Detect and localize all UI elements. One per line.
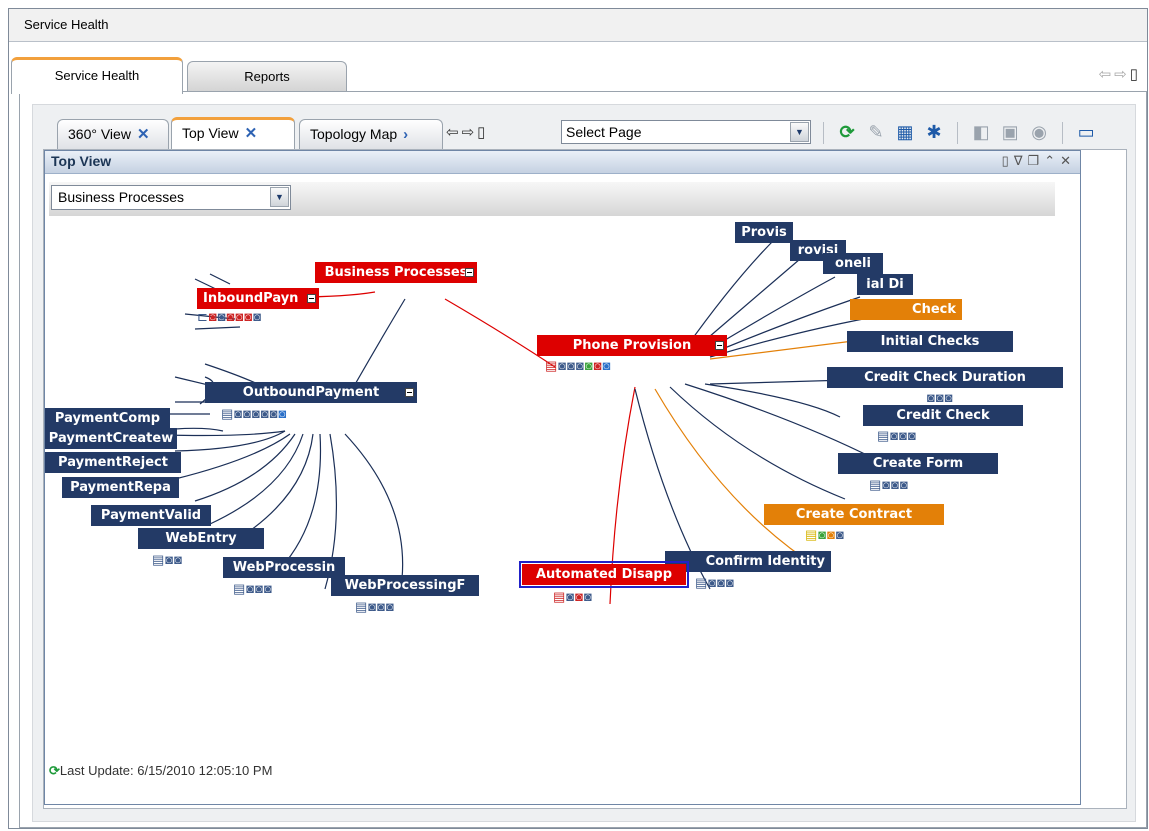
toolbar: ⟳ ✎ ▦ ✱ ◧ ▣ ◉ ▭ <box>817 119 1098 145</box>
node-credit-check-duration[interactable]: Credit Check Duration <box>827 367 1063 388</box>
node-create-contract[interactable]: Create Contract <box>764 504 944 525</box>
create-contract-status-icons: ▤◙◙◙ <box>805 527 845 542</box>
collapse-icon[interactable] <box>307 294 316 303</box>
node-payment-comp[interactable]: PaymentComp <box>45 408 170 429</box>
web-entry-status-icons: ▤◙◙ <box>152 552 183 567</box>
top-view-frame: Top View ▯∇❐⌃✕ Business Processes ▼ Busi… <box>44 150 1081 805</box>
save-icon[interactable]: ◧ <box>969 119 993 145</box>
edit-page-icon[interactable]: ✎ <box>864 119 888 145</box>
filter-icon[interactable]: ∇ <box>1014 153 1028 168</box>
view-header-icons: ▯∇❐⌃✕ <box>1002 153 1076 169</box>
credit-check-status-icons: ▤◙◙◙ <box>877 428 917 443</box>
content-area: Top View ▯∇❐⌃✕ Business Processes ▼ Busi… <box>43 149 1127 809</box>
node-phone-provision[interactable]: Phone Provision <box>537 335 727 356</box>
title-bar: Service Health <box>9 9 1147 42</box>
last-update: ⟳Last Update: 6/15/2010 12:05:10 PM <box>49 763 272 779</box>
node-payment-valid[interactable]: PaymentValid <box>91 505 211 526</box>
last-update-text: Last Update: 6/15/2010 12:05:10 PM <box>59 763 273 778</box>
top-nav-arrows: ⇦⇨▯ <box>1099 65 1141 83</box>
node-create-form[interactable]: Create Form <box>838 453 998 474</box>
node-business-processes[interactable]: Business Processes <box>315 262 477 283</box>
view-header: Top View ▯∇❐⌃✕ <box>45 151 1080 174</box>
collapse-icon[interactable]: ⌃ <box>1044 153 1060 168</box>
inner-panel: 360° View ✕ Top View ✕ Topology Map › ⇦⇨▯ S… <box>32 104 1136 822</box>
node-payment-reject[interactable]: PaymentReject <box>45 452 181 473</box>
confirm-identity-status-icons: ▤◙◙◙ <box>695 575 735 590</box>
collapse-icon[interactable] <box>715 341 724 350</box>
business-processes-dropdown[interactable]: Business Processes ▼ <box>51 185 291 210</box>
select-page-dropdown[interactable]: Select Page ▼ <box>561 120 811 144</box>
node-payment-createw[interactable]: PaymentCreatew <box>45 428 177 449</box>
sub-tab-nav: ⇦⇨▯ <box>446 123 488 141</box>
new-page-icon[interactable]: ✱ <box>922 119 946 145</box>
collapse-icon[interactable] <box>405 388 414 397</box>
select-page-value: Select Page <box>566 124 642 140</box>
view-title: Top View <box>51 153 112 169</box>
close-icon[interactable]: ✕ <box>137 126 150 143</box>
view-selector-bar: Business Processes ▼ <box>49 182 1055 216</box>
top-view-graph: Business Processes InboundPayn ⊏◙◙◙◙◙◙ O… <box>45 219 1083 739</box>
monitor-icon[interactable]: ▭ <box>1074 119 1098 145</box>
node-web-processing-f[interactable]: WebProcessingF <box>331 575 479 596</box>
tab-top-view[interactable]: Top View ✕ <box>171 117 295 149</box>
target-icon[interactable]: ◉ <box>1027 119 1051 145</box>
web-processing-f-status-icons: ▤◙◙◙ <box>355 599 395 614</box>
tab-360-view[interactable]: 360° View ✕ <box>57 119 169 149</box>
link-root-phone <box>444 298 556 368</box>
web-processing-status-icons: ▤◙◙◙ <box>233 581 273 596</box>
node-provis[interactable]: Provis <box>735 222 793 243</box>
main-tab-bar: Service Health Reports <box>11 57 1147 94</box>
node-credit-check[interactable]: Credit Check <box>863 405 1023 426</box>
create-form-status-icons: ▤◙◙◙ <box>869 477 909 492</box>
document-icon[interactable]: ▯ <box>477 124 488 141</box>
node-inbound-payment[interactable]: InboundPayn <box>197 288 319 309</box>
node-confirm-identity[interactable]: Confirm Identity <box>665 551 831 572</box>
node-web-processing[interactable]: WebProcessin <box>223 557 345 578</box>
automated-disapp-status-icons: ▤◙◙◙ <box>553 589 593 604</box>
close-icon[interactable]: ✕ <box>245 125 258 142</box>
forward-arrow-icon[interactable]: ⇨ <box>462 124 478 141</box>
scroll-right-icon[interactable]: › <box>403 126 408 143</box>
dropdown-value: Business Processes <box>58 189 185 205</box>
refresh-icon[interactable]: ⟳ <box>835 119 859 145</box>
document-icon[interactable]: ▯ <box>1002 153 1014 168</box>
collapse-icon[interactable] <box>465 268 474 277</box>
tab-360-view-label: 360° View <box>68 126 131 142</box>
layout-icon[interactable]: ▦ <box>893 119 917 145</box>
node-check[interactable]: Check <box>850 299 962 320</box>
refresh-icon: ⟳ <box>49 763 60 778</box>
main-panel: 360° View ✕ Top View ✕ Topology Map › ⇦⇨▯ S… <box>19 91 1147 828</box>
node-outbound-payment[interactable]: OutboundPayment <box>205 382 417 403</box>
node-web-entry[interactable]: WebEntry <box>138 528 264 549</box>
forward-arrow-icon[interactable]: ⇨ <box>1114 66 1130 83</box>
node-automated-disapp[interactable]: Automated Disapp <box>519 561 689 588</box>
tab-top-view-label: Top View <box>182 125 239 141</box>
application-window: Service Health Service Health Reports ⇦⇨… <box>8 8 1148 829</box>
close-icon[interactable]: ✕ <box>1060 153 1076 168</box>
credit-check-duration-status-icons: ◙◙◙ <box>927 390 954 405</box>
phone-provision-status-icons: ▤◙◙◙◙◙◙ <box>545 358 612 373</box>
chevron-down-icon[interactable]: ▼ <box>270 187 289 207</box>
tab-service-health[interactable]: Service Health <box>11 57 183 94</box>
image-icon[interactable]: ▣ <box>998 119 1022 145</box>
window-title: Service Health <box>24 17 109 32</box>
outbound-payment-status-icons: ▤◙◙◙◙◙◙ <box>221 406 288 421</box>
tab-reports[interactable]: Reports <box>187 61 347 91</box>
node-initial-checks[interactable]: Initial Checks <box>847 331 1013 352</box>
node-payment-repa[interactable]: PaymentRepa <box>62 477 179 498</box>
top-view-panel: Top View ▯∇❐⌃✕ Business Processes ▼ Busi… <box>44 150 1126 808</box>
tab-topology-map-label: Topology Map <box>310 126 398 142</box>
back-arrow-icon[interactable]: ⇦ <box>1099 66 1115 83</box>
inbound-payment-status-icons: ⊏◙◙◙◙◙◙ <box>197 309 263 324</box>
restore-icon[interactable]: ❐ <box>1028 153 1045 168</box>
back-arrow-icon[interactable]: ⇦ <box>446 124 462 141</box>
node-ial-di[interactable]: ial Di <box>857 274 913 295</box>
document-icon[interactable]: ▯ <box>1130 66 1141 83</box>
tab-topology-map[interactable]: Topology Map › <box>299 119 443 149</box>
node-oneli[interactable]: oneli <box>823 253 883 274</box>
chevron-down-icon[interactable]: ▼ <box>790 122 809 142</box>
